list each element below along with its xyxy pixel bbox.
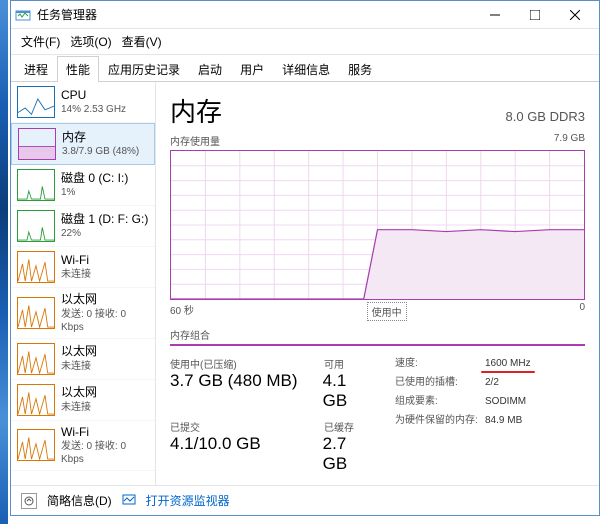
sidebar-item-disk-2[interactable]: 磁盘 0 (C: I:)1% [11, 165, 155, 206]
inuse-badge: 使用中 [367, 302, 407, 321]
tab-6[interactable]: 服务 [339, 56, 381, 82]
stat-value: 4.1/10.0 GB [170, 434, 299, 474]
chart-label-right: 7.9 GB [554, 133, 585, 148]
tab-4[interactable]: 用户 [231, 56, 273, 82]
stat-value: 2.7 GB [323, 434, 375, 474]
stat-label: 使用中(已压缩) [170, 356, 300, 371]
stat-value: 2/2 [485, 375, 499, 390]
collapse-icon[interactable] [21, 493, 37, 509]
sidebar-item-sub: 未连接 [61, 401, 97, 414]
sidebar-item-label: 磁盘 0 (C: I:) [61, 171, 128, 187]
sidebar-item-label: 内存 [62, 130, 139, 146]
sidebar-item-sub: 发送: 0 接收: 0 Kbps [61, 440, 149, 466]
menubar: 文件(F) 选项(O) 查看(V) [11, 29, 599, 55]
sidebar-item-label: CPU [61, 88, 126, 104]
net-sparkline-icon [17, 343, 55, 375]
net-sparkline-icon [17, 297, 55, 329]
menu-file[interactable]: 文件(F) [17, 31, 64, 52]
footer: 简略信息(D) 打开资源监视器 [11, 485, 599, 515]
sidebar-item-sub: 14% 2.53 GHz [61, 103, 126, 116]
chart-label-left: 内存使用量 [170, 133, 220, 148]
app-icon [15, 7, 31, 23]
sidebar-item-sub: 未连接 [61, 268, 91, 281]
maximize-button[interactable] [515, 2, 555, 28]
sidebar-item-disk-3[interactable]: 磁盘 1 (D: F: G:)22% [11, 206, 155, 247]
cpu-sparkline-icon [17, 86, 55, 118]
sidebar-item-mem-1[interactable]: 内存3.8/7.9 GB (48%) [11, 123, 155, 165]
stat-label: 可用 [324, 356, 344, 371]
sidebar-item-net-8[interactable]: Wi-Fi发送: 0 接收: 0 Kbps [11, 421, 155, 472]
sidebar-item-sub: 1% [61, 186, 128, 199]
sidebar-item-label: 以太网 [61, 292, 149, 308]
stat-label: 已缓存 [324, 419, 354, 434]
disk-sparkline-icon [17, 169, 55, 201]
memory-spec: 8.0 GB DDR3 [506, 109, 585, 124]
composition-label: 内存组合 [170, 327, 585, 342]
stat-label: 已提交 [170, 419, 300, 434]
tab-5[interactable]: 详细信息 [273, 56, 339, 82]
page-title: 内存 [170, 92, 222, 129]
memory-usage-chart[interactable] [170, 150, 585, 300]
sidebar-item-label: 以太网 [61, 385, 97, 401]
window-title: 任务管理器 [37, 6, 475, 23]
open-resource-monitor-link[interactable]: 打开资源监视器 [146, 492, 230, 509]
sidebar-item-label: Wi-Fi [61, 253, 91, 269]
stat-key: 已使用的插槽: [395, 375, 485, 390]
titlebar: 任务管理器 [11, 1, 599, 29]
resmon-icon [122, 492, 136, 509]
tab-1[interactable]: 性能 [57, 56, 99, 82]
brief-info-button[interactable]: 简略信息(D) [47, 492, 112, 509]
stat-value: 84.9 MB [485, 413, 522, 428]
net-sparkline-icon [17, 251, 55, 283]
tabbar: 进程性能应用历史记录启动用户详细信息服务 [11, 55, 599, 82]
task-manager-window: 任务管理器 文件(F) 选项(O) 查看(V) 进程性能应用历史记录启动用户详细… [10, 0, 600, 516]
stat-value: 3.7 GB (480 MB) [170, 371, 299, 411]
tab-3[interactable]: 启动 [189, 56, 231, 82]
sidebar-item-sub: 未连接 [61, 360, 97, 373]
sidebar-item-sub: 3.8/7.9 GB (48%) [62, 145, 139, 158]
stat-value: 4.1 GB [323, 371, 375, 411]
stat-key: 速度: [395, 356, 485, 371]
disk-sparkline-icon [17, 210, 55, 242]
sidebar-item-label: 以太网 [61, 344, 97, 360]
sidebar-item-net-4[interactable]: Wi-Fi未连接 [11, 247, 155, 288]
sidebar-item-label: 磁盘 1 (D: F: G:) [61, 212, 148, 228]
minimize-button[interactable] [475, 2, 515, 28]
sidebar-item-cpu-0[interactable]: CPU14% 2.53 GHz [11, 82, 155, 123]
sidebar: CPU14% 2.53 GHz内存3.8/7.9 GB (48%)磁盘 0 (C… [11, 82, 156, 485]
sidebar-item-net-5[interactable]: 以太网发送: 0 接收: 0 Kbps [11, 288, 155, 339]
stat-key: 为硬件保留的内存: [395, 413, 485, 428]
axis-right: 0 [579, 302, 585, 321]
stat-key: 组成要素: [395, 394, 485, 409]
tab-0[interactable]: 进程 [15, 56, 57, 82]
memory-composition-bar[interactable] [170, 344, 585, 346]
close-button[interactable] [555, 2, 595, 28]
sidebar-item-net-7[interactable]: 以太网未连接 [11, 380, 155, 421]
sidebar-item-net-6[interactable]: 以太网未连接 [11, 339, 155, 380]
net-sparkline-icon [17, 384, 55, 416]
stat-value: SODIMM [485, 394, 526, 409]
mem-sparkline-icon [18, 128, 56, 160]
main-panel: 内存 8.0 GB DDR3 内存使用量 7.9 GB 60 秒 使用中 0 内… [156, 82, 599, 485]
menu-view[interactable]: 查看(V) [118, 31, 166, 52]
sidebar-item-sub: 22% [61, 227, 148, 240]
menu-options[interactable]: 选项(O) [66, 31, 115, 52]
sidebar-item-sub: 发送: 0 接收: 0 Kbps [61, 308, 149, 334]
axis-left: 60 秒 [170, 302, 194, 321]
sidebar-item-label: Wi-Fi [61, 425, 149, 441]
stat-value: 1600 MHz [485, 356, 531, 371]
tab-2[interactable]: 应用历史记录 [99, 56, 189, 82]
net-sparkline-icon [17, 429, 55, 461]
